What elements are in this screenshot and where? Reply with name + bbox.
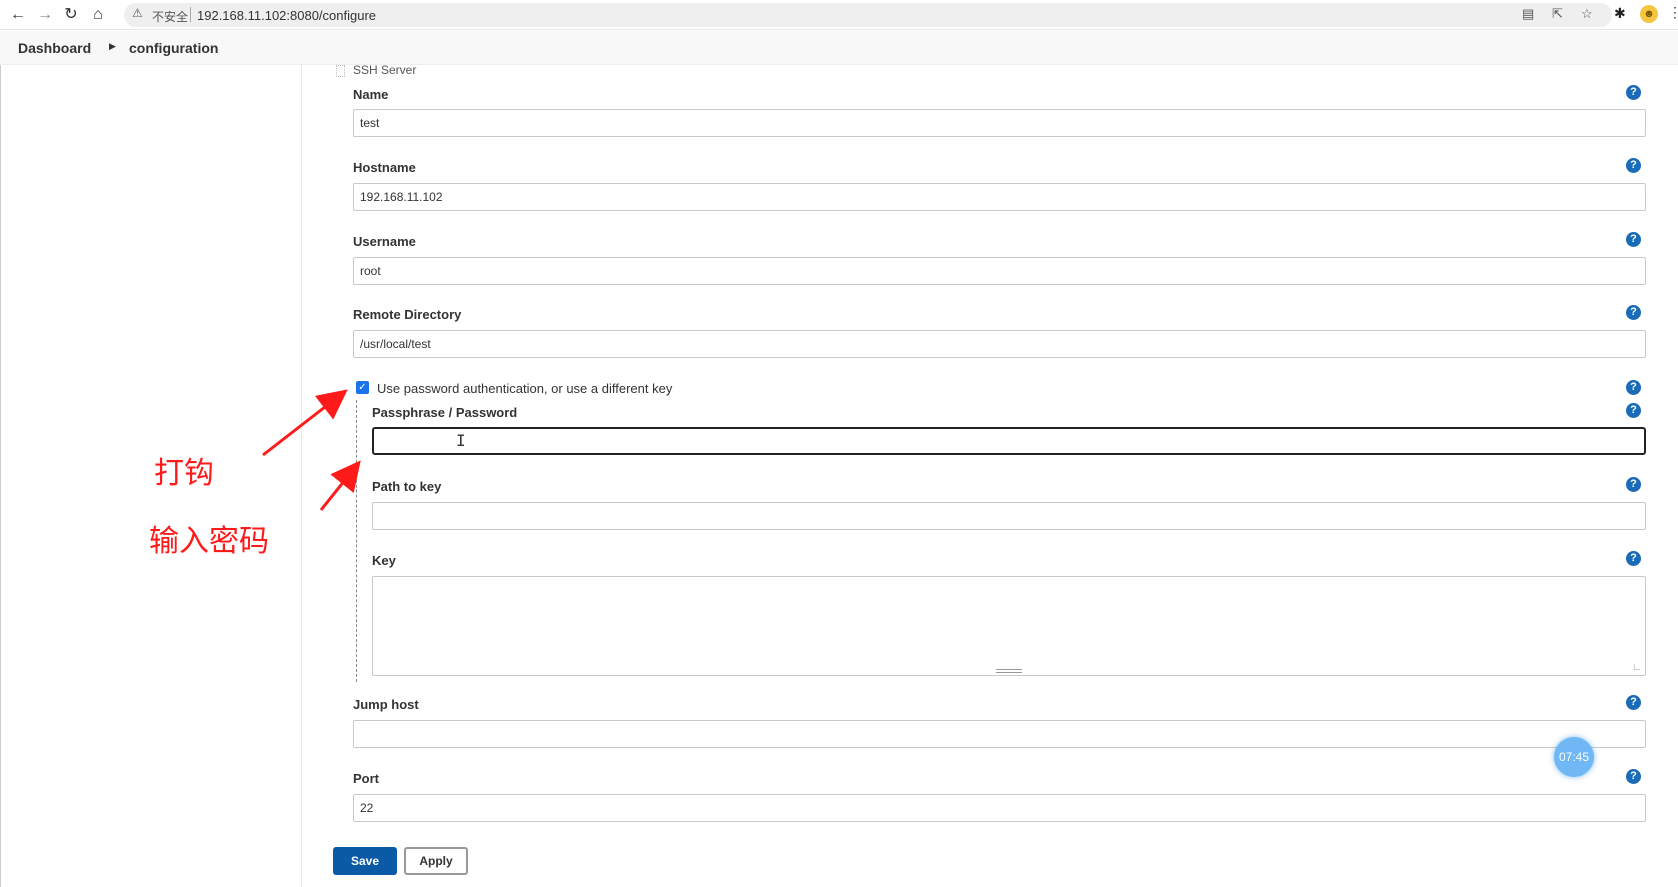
more-menu-icon[interactable]: ⋮ [1668, 4, 1678, 21]
annotation-arrows [262, 389, 361, 511]
home-icon[interactable]: ⌂ [88, 5, 108, 25]
name-label: Name [353, 87, 389, 102]
help-icon[interactable]: ? [1626, 551, 1641, 566]
help-icon[interactable]: ? [1626, 85, 1641, 100]
bookmark-star-icon[interactable]: ☆ [1581, 6, 1593, 22]
breadcrumb-dashboard[interactable]: Dashboard [18, 40, 91, 56]
help-icon[interactable]: ? [1626, 403, 1641, 418]
help-icon[interactable]: ? [1626, 769, 1641, 784]
key-textarea[interactable] [372, 576, 1646, 676]
passphrase-input[interactable] [372, 427, 1646, 455]
back-icon[interactable]: ← [8, 5, 28, 25]
forward-icon[interactable]: → [35, 5, 55, 25]
arrow-to-password [319, 460, 361, 511]
resize-grip-icon[interactable] [996, 669, 1022, 673]
reload-icon[interactable]: ↻ [61, 5, 81, 25]
text-cursor-icon: I [456, 431, 466, 450]
resize-corner-icon[interactable]: ∟ [1632, 662, 1642, 673]
section-title: SSH Server [353, 63, 417, 77]
warning-icon[interactable]: ⚠ [132, 6, 143, 20]
key-label: Key [372, 553, 396, 568]
remote-directory-input[interactable]: /usr/local/test [353, 330, 1646, 358]
help-icon[interactable]: ? [1626, 380, 1641, 395]
jump-host-label: Jump host [353, 697, 419, 712]
remote-directory-label: Remote Directory [353, 307, 462, 322]
help-icon[interactable]: ? [1626, 232, 1641, 247]
username-label: Username [353, 234, 416, 249]
hostname-input[interactable]: 192.168.11.102 [353, 183, 1646, 211]
help-icon[interactable]: ? [1626, 305, 1641, 320]
save-button[interactable]: Save [333, 847, 397, 875]
jump-host-input[interactable] [353, 720, 1646, 748]
breadcrumb: Dashboard ▶ configuration [0, 31, 1678, 65]
divider [190, 7, 191, 22]
path-to-key-input[interactable] [372, 502, 1646, 530]
port-input[interactable]: 22 [353, 794, 1646, 822]
use-password-label[interactable]: Use password authentication, or use a di… [377, 381, 672, 396]
share-icon[interactable]: ⇱ [1552, 6, 1563, 22]
annotation-enter-password: 输入密码 [149, 524, 269, 559]
hostname-label: Hostname [353, 160, 416, 175]
chevron-right-icon: ▶ [109, 41, 116, 51]
name-input[interactable]: test [353, 109, 1646, 137]
help-icon[interactable]: ? [1626, 158, 1641, 173]
path-to-key-label: Path to key [372, 479, 442, 494]
drag-handle-icon[interactable] [336, 65, 345, 77]
sidebar-border [0, 65, 1, 887]
translate-icon[interactable]: ▤ [1522, 6, 1534, 22]
timer-badge[interactable]: 07:45 [1554, 737, 1594, 777]
breadcrumb-configuration[interactable]: configuration [129, 40, 218, 56]
help-icon[interactable]: ? [1626, 695, 1641, 710]
url-text[interactable]: 192.168.11.102:8080/configure [197, 8, 376, 23]
arrow-to-checkbox [262, 389, 348, 457]
profile-avatar[interactable]: ☻ [1640, 5, 1658, 23]
browser-toolbar: ← → ↻ ⌂ ⚠ 不安全 192.168.11.102:8080/config… [0, 0, 1678, 30]
apply-button[interactable]: Apply [404, 847, 468, 875]
help-icon[interactable]: ? [1626, 477, 1641, 492]
extensions-icon[interactable]: ✱ [1614, 5, 1626, 22]
security-label[interactable]: 不安全 [152, 8, 188, 25]
passphrase-label: Passphrase / Password [372, 405, 518, 420]
address-bar[interactable]: ⚠ 不安全 192.168.11.102:8080/configure ▤ ⇱ … [124, 3, 1612, 27]
port-label: Port [353, 771, 379, 786]
annotation-check: 打钩 [154, 456, 214, 491]
username-input[interactable]: root [353, 257, 1646, 285]
